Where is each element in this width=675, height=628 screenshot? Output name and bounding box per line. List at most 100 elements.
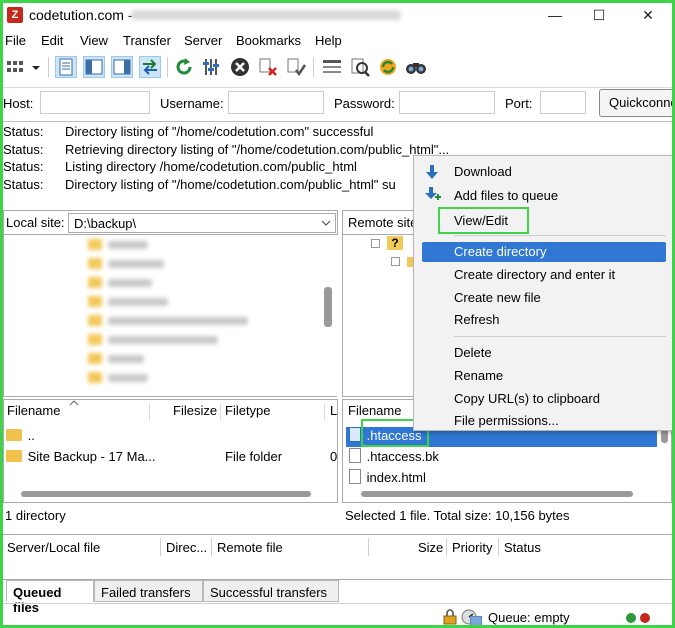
tree-expander-icon[interactable] bbox=[371, 239, 380, 248]
queue-col-priority[interactable]: Priority bbox=[452, 540, 492, 555]
local-col-filetype[interactable]: Filetype bbox=[225, 403, 271, 423]
transfer-indicator-icon bbox=[626, 613, 650, 623]
toggle-message-log-icon[interactable] bbox=[55, 56, 77, 78]
ctx-add-to-queue[interactable]: Add files to queue bbox=[422, 186, 666, 206]
synchronized-browsing-icon[interactable] bbox=[377, 56, 399, 78]
log-label: Status: bbox=[3, 124, 44, 139]
tab-queued-files[interactable]: Queued files bbox=[6, 580, 94, 615]
local-file-row[interactable]: Site Backup - 17 Ma... File folder 0 bbox=[6, 449, 338, 469]
directory-listing-filters-icon[interactable] bbox=[321, 56, 343, 78]
ctx-refresh[interactable]: Refresh bbox=[422, 310, 666, 330]
queue-col-server-local[interactable]: Server/Local file bbox=[7, 540, 100, 555]
site-manager-icon[interactable] bbox=[5, 56, 27, 78]
ctx-file-permissions[interactable]: File permissions... bbox=[422, 411, 666, 431]
queue-header: Server/Local file Direc... Remote file S… bbox=[3, 534, 672, 558]
host-label: Host: bbox=[3, 96, 34, 111]
local-site-label: Local site: bbox=[6, 215, 65, 230]
ctx-download[interactable]: Download bbox=[422, 162, 666, 182]
file-type: File folder bbox=[225, 449, 283, 464]
local-file-row[interactable]: .. bbox=[6, 428, 35, 448]
chevron-down-icon bbox=[321, 220, 331, 226]
close-icon[interactable]: ✕ bbox=[626, 3, 670, 27]
folder-icon bbox=[6, 429, 22, 441]
username-input[interactable] bbox=[228, 91, 324, 114]
toggle-local-tree-icon[interactable] bbox=[83, 56, 105, 78]
unknown-folder-icon: ? bbox=[387, 236, 403, 250]
status-bar: Queue: empty bbox=[3, 603, 672, 625]
ctx-create-directory-enter[interactable]: Create directory and enter it bbox=[422, 265, 666, 285]
password-label: Password: bbox=[334, 96, 395, 111]
menu-view[interactable]: View bbox=[80, 33, 108, 48]
toggle-transfer-queue-icon[interactable] bbox=[139, 56, 161, 78]
menu-bar: File Edit View Transfer Server Bookmarks… bbox=[3, 30, 672, 52]
disconnect-icon[interactable] bbox=[257, 56, 279, 78]
html-file-icon bbox=[349, 469, 361, 484]
local-path-select[interactable]: D:\backup\ bbox=[68, 213, 336, 233]
log-label: Status: bbox=[3, 159, 44, 174]
ctx-delete[interactable]: Delete bbox=[422, 343, 666, 363]
ctx-rename[interactable]: Rename bbox=[422, 366, 666, 386]
remote-list-hscrollbar[interactable] bbox=[361, 491, 633, 497]
reconnect-icon[interactable] bbox=[285, 56, 307, 78]
ctx-copy-url[interactable]: Copy URL(s) to clipboard bbox=[422, 389, 666, 409]
queue-col-size[interactable]: Size bbox=[418, 540, 443, 555]
port-input[interactable] bbox=[540, 91, 586, 114]
remote-status: Selected 1 file. Total size: 10,156 byte… bbox=[345, 508, 570, 523]
host-input[interactable] bbox=[40, 91, 150, 114]
local-col-filesize[interactable]: Filesize bbox=[173, 403, 217, 423]
minimize-icon[interactable]: — bbox=[533, 3, 577, 27]
log-message: Retrieving directory listing of "/home/c… bbox=[65, 142, 450, 157]
port-label: Port: bbox=[505, 96, 533, 111]
file-name: Site Backup - 17 Ma... bbox=[27, 449, 156, 464]
lock-icon bbox=[443, 609, 457, 625]
refresh-icon[interactable] bbox=[173, 56, 195, 78]
toggle-remote-tree-icon[interactable] bbox=[111, 56, 133, 78]
queue-col-status[interactable]: Status bbox=[504, 540, 541, 555]
queue-icon bbox=[470, 616, 482, 625]
local-col-lastmodified[interactable]: L bbox=[330, 403, 337, 423]
local-directory-tree[interactable] bbox=[3, 235, 337, 397]
quickconnect-button[interactable]: Quickconnect bbox=[599, 89, 672, 117]
ctx-create-new-file[interactable]: Create new file bbox=[422, 288, 666, 308]
quickconnect-bar: Host: Username: Password: Port: Quickcon… bbox=[3, 87, 672, 119]
tab-failed-transfers[interactable]: Failed transfers bbox=[94, 580, 203, 602]
file-modified: 0 bbox=[330, 449, 338, 464]
password-input[interactable] bbox=[399, 91, 495, 114]
queue-col-direction[interactable]: Direc... bbox=[166, 540, 207, 555]
log-message: Directory listing of "/home/codetution.c… bbox=[65, 124, 374, 139]
log-message: Listing directory /home/codetution.com/p… bbox=[65, 159, 357, 174]
menu-file[interactable]: File bbox=[5, 33, 26, 48]
local-site-bar: Local site: D:\backup\ bbox=[3, 210, 338, 235]
file-name: .htaccess.bk bbox=[366, 449, 439, 464]
window-title: codetution.com - bbox=[29, 7, 133, 23]
maximize-icon[interactable]: ☐ bbox=[577, 3, 621, 27]
tree-expander-icon[interactable] bbox=[391, 257, 400, 266]
search-remote-files-icon[interactable] bbox=[405, 56, 427, 78]
toolbar bbox=[3, 53, 672, 83]
ctx-create-directory[interactable]: Create directory bbox=[422, 242, 666, 262]
filezilla-logo-icon: Z bbox=[7, 7, 23, 23]
remote-file-row[interactable]: index.html bbox=[346, 469, 426, 489]
file-name: .. bbox=[27, 428, 35, 443]
site-manager-dropdown-icon[interactable] bbox=[29, 56, 43, 78]
local-status: 1 directory bbox=[5, 508, 66, 523]
local-col-filename[interactable]: Filename bbox=[7, 403, 60, 423]
process-queue-icon[interactable] bbox=[201, 56, 223, 78]
title-bar: Z codetution.com - — ☐ ✕ bbox=[3, 3, 672, 29]
queue-col-remote-file[interactable]: Remote file bbox=[217, 540, 283, 555]
remote-file-row[interactable]: .htaccess.bk bbox=[346, 448, 439, 468]
queue-status: Queue: empty bbox=[488, 610, 570, 625]
cancel-operation-icon[interactable] bbox=[229, 56, 251, 78]
sort-ascending-icon bbox=[69, 400, 79, 406]
menu-transfer[interactable]: Transfer bbox=[123, 33, 171, 48]
local-tree-scrollbar[interactable] bbox=[324, 287, 332, 327]
menu-server[interactable]: Server bbox=[184, 33, 222, 48]
menu-edit[interactable]: Edit bbox=[41, 33, 63, 48]
menu-help[interactable]: Help bbox=[315, 33, 342, 48]
compare-directories-icon[interactable] bbox=[349, 56, 371, 78]
local-list-hscrollbar[interactable] bbox=[21, 491, 311, 497]
remote-site-label: Remote site bbox=[348, 215, 418, 230]
tab-successful-transfers[interactable]: Successful transfers bbox=[203, 580, 339, 602]
log-message: Directory listing of "/home/codetution.c… bbox=[65, 177, 396, 192]
menu-bookmarks[interactable]: Bookmarks bbox=[236, 33, 301, 48]
